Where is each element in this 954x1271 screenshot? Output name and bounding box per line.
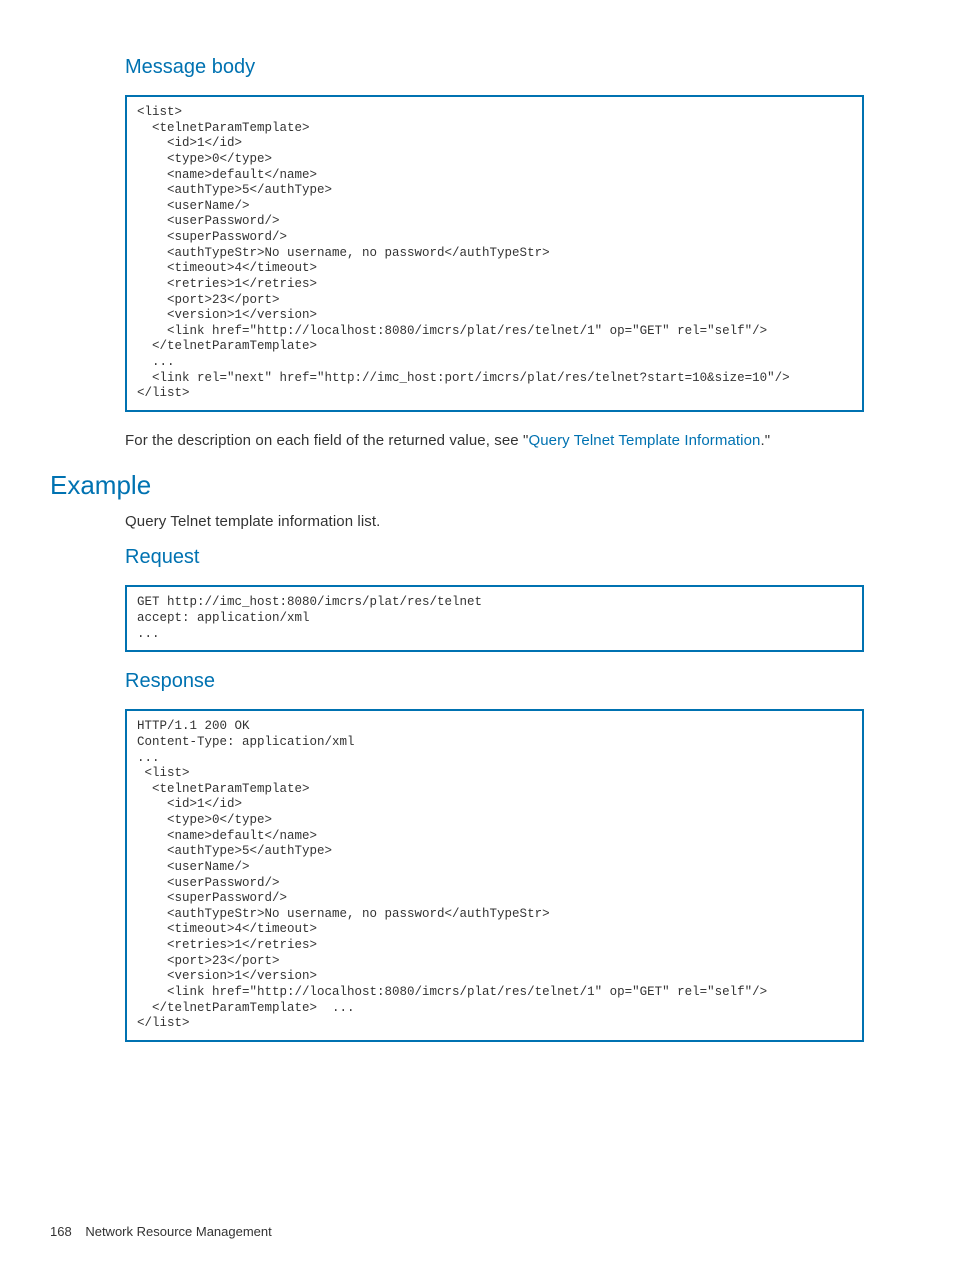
heading-message-body: Message body	[125, 56, 864, 79]
field-description-paragraph: For the description on each field of the…	[125, 430, 864, 452]
link-query-telnet-template-information[interactable]: Query Telnet Template Information	[528, 432, 760, 449]
page-footer: 168 Network Resource Management	[50, 1224, 272, 1239]
code-request: GET http://imc_host:8080/imcrs/plat/res/…	[125, 585, 864, 652]
field-desc-prefix: For the description on each field of the…	[125, 432, 528, 449]
field-desc-suffix: ."	[760, 432, 770, 449]
page-number: 168	[50, 1224, 72, 1239]
example-intro: Query Telnet template information list.	[125, 511, 864, 533]
footer-chapter: Network Resource Management	[85, 1224, 271, 1239]
heading-example: Example	[50, 470, 864, 501]
heading-request: Request	[125, 546, 864, 569]
code-response: HTTP/1.1 200 OK Content-Type: applicatio…	[125, 709, 864, 1042]
code-message-body: <list> <telnetParamTemplate> <id>1</id> …	[125, 95, 864, 412]
heading-response: Response	[125, 670, 864, 693]
